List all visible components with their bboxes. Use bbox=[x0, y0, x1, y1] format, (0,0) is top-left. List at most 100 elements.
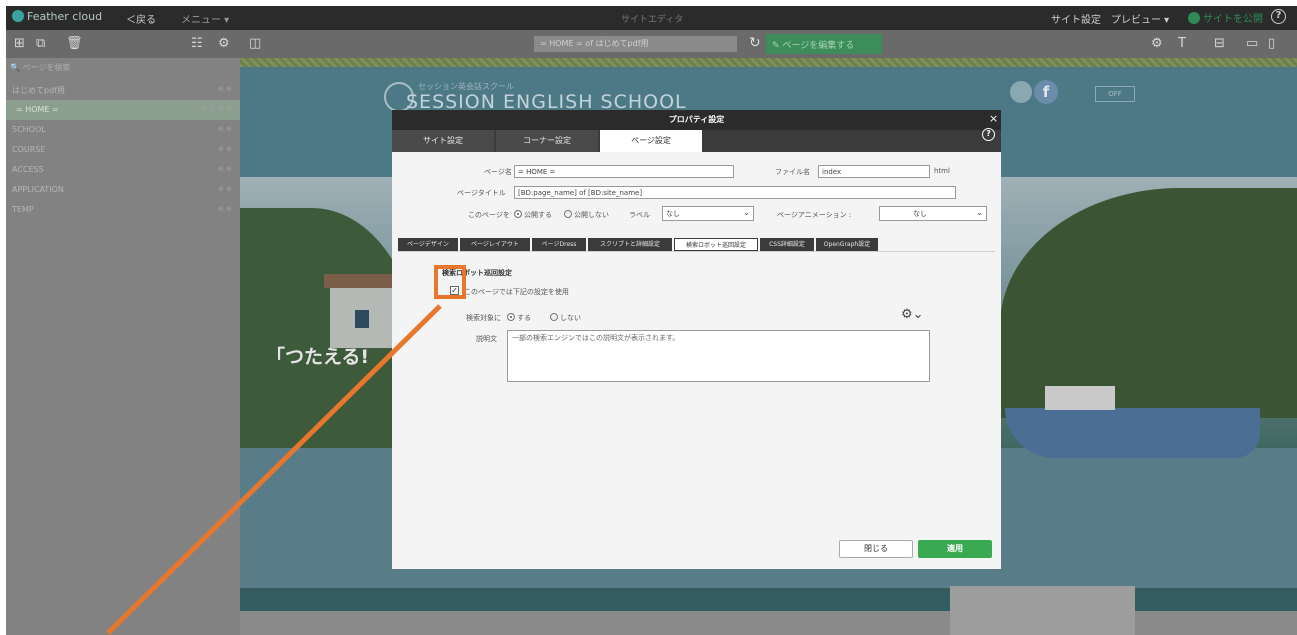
panel-toggle-icon[interactable]: ◫ bbox=[249, 36, 261, 51]
animation-select[interactable]: なし ⌄ bbox=[879, 206, 987, 221]
page-url-field[interactable]: = HOME = of はじめてpdf用 bbox=[534, 36, 737, 52]
radio-unselected-icon bbox=[550, 313, 558, 321]
tab-corner-settings[interactable]: コーナー設定 bbox=[496, 130, 598, 152]
tree-item-actions[interactable]: ⊕ ⊕ bbox=[218, 145, 232, 153]
subtab-script-details[interactable]: スクリプトと詳細設定 bbox=[588, 238, 672, 251]
toggle-off-badge[interactable]: OFF bbox=[1095, 86, 1135, 102]
apply-button[interactable]: 適用 bbox=[918, 540, 992, 558]
tree-item-temp[interactable]: TEMP ⊕ ⊕ bbox=[6, 200, 240, 220]
hero-catchcopy: 「つたえる! bbox=[266, 346, 370, 368]
subtab-search-robot[interactable]: 検索ロボット巡回設定 bbox=[674, 238, 758, 251]
page-tree-panel: 🔍 ページを検索 はじめてpdf用 ⊕ ⊕ = HOME = ⊖ ⊙ ⊕ ⊕ SCH… bbox=[6, 58, 240, 635]
facebook-icon[interactable]: f bbox=[1034, 80, 1058, 104]
preview-footer-card bbox=[950, 586, 1135, 635]
close-button[interactable]: 閉じる bbox=[839, 540, 913, 558]
page-title-input[interactable]: [BD:page_name] of [BD:site_name] bbox=[514, 186, 956, 199]
publish-icon bbox=[1188, 12, 1200, 24]
tree-item-actions[interactable]: ⊕ ⊕ bbox=[218, 85, 232, 93]
animation-label: ページアニメーション : bbox=[777, 211, 852, 219]
editor-title: サイトエディタ bbox=[621, 15, 684, 25]
tree-item-application[interactable]: APPLICATION ⊕ ⊕ bbox=[6, 180, 240, 200]
subtab-opengraph[interactable]: OpenGraph設定 bbox=[816, 238, 878, 251]
tree-item-access[interactable]: ACCESS ⊕ ⊕ bbox=[6, 160, 240, 180]
radio-unselected-icon bbox=[564, 210, 572, 218]
animation-select-value: なし bbox=[913, 210, 927, 218]
search-target-on-label: する bbox=[517, 314, 531, 322]
tree-item-school[interactable]: SCHOOL ⊕ ⊕ bbox=[6, 120, 240, 140]
tree-item-actions[interactable]: ⊕ ⊕ bbox=[218, 125, 232, 133]
page-name-label: ページ名 bbox=[484, 168, 512, 176]
trash-icon[interactable]: 🗑 bbox=[66, 36, 83, 51]
edit-page-button[interactable]: ✎ ページを編集する bbox=[766, 34, 882, 54]
radio-selected-icon bbox=[507, 313, 515, 321]
feather-icon bbox=[12, 10, 24, 22]
tree-item-actions[interactable]: ⊕ ⊕ bbox=[218, 165, 232, 173]
label-select-value: なし bbox=[666, 210, 680, 218]
file-extension: html bbox=[934, 167, 950, 175]
help-icon[interactable]: ? bbox=[1271, 9, 1286, 24]
app-logo-text: Feather cloud bbox=[27, 10, 103, 23]
desktop-view-icon[interactable]: ▭ bbox=[1246, 36, 1258, 51]
search-target-off-radio[interactable]: しない bbox=[550, 313, 581, 323]
preview-button[interactable]: プレビュー ▾ bbox=[1111, 11, 1169, 26]
label-select[interactable]: なし ⌄ bbox=[662, 206, 754, 221]
tree-item-label: ACCESS bbox=[12, 165, 44, 174]
tree-item-actions[interactable]: ⊕ ⊕ bbox=[218, 205, 232, 213]
dialog-tab-bar: サイト設定 コーナー設定 ページ設定 bbox=[392, 130, 1001, 154]
copy-page-icon[interactable]: ⧉ bbox=[36, 36, 45, 51]
subtab-page-design[interactable]: ページデザイン bbox=[398, 238, 458, 251]
tree-item-actions[interactable]: ⊕ ⊕ bbox=[218, 185, 232, 193]
page-name-input[interactable]: = HOME = bbox=[514, 165, 734, 178]
search-target-label: 検索対象に bbox=[466, 314, 501, 322]
tree-item-course[interactable]: COURSE ⊕ ⊕ bbox=[6, 140, 240, 160]
dialog-help-icon[interactable]: ? bbox=[982, 128, 995, 141]
label-label: ラベル bbox=[629, 211, 650, 219]
tree-item-label: = HOME = bbox=[16, 105, 59, 114]
description-textarea[interactable]: 一部の検索エンジンではこの説明文が表示されます。 bbox=[507, 330, 930, 382]
reload-icon[interactable]: ↻ bbox=[749, 35, 761, 51]
dialog-title: プロパティ設定 bbox=[392, 110, 1001, 130]
hero-boat bbox=[1005, 386, 1260, 458]
app-logo[interactable]: Feather cloud bbox=[12, 10, 102, 23]
tree-item-actions[interactable]: ⊖ ⊙ ⊕ ⊕ bbox=[202, 105, 232, 113]
gear-dropdown-icon[interactable]: ⚙⌄ bbox=[901, 307, 924, 322]
tree-item-home[interactable]: = HOME = ⊖ ⊙ ⊕ ⊕ bbox=[6, 100, 240, 120]
search-target-off-label: しない bbox=[560, 314, 581, 322]
chevron-down-icon: ⌄ bbox=[743, 208, 750, 217]
search-target-on-radio[interactable]: する bbox=[507, 313, 531, 323]
subtab-page-dress[interactable]: ページDress bbox=[532, 238, 586, 251]
twitter-icon[interactable] bbox=[1010, 81, 1032, 103]
publish-off-radio[interactable]: 公開しない bbox=[564, 210, 609, 220]
dialog-body: ページ名 = HOME = ファイル名 index html ページタイトル [… bbox=[392, 152, 1001, 569]
publish-on-radio[interactable]: 公開する bbox=[514, 210, 552, 220]
publish-on-label: 公開する bbox=[524, 211, 552, 219]
settings-gear-icon[interactable]: ⚙ bbox=[218, 36, 230, 51]
boat-cabin bbox=[1045, 386, 1115, 410]
mobile-view-icon[interactable]: ▯ bbox=[1268, 36, 1275, 51]
tree-item-label: TEMP bbox=[12, 205, 34, 214]
layout-icon[interactable]: ⊟ bbox=[1214, 36, 1225, 51]
tree-item-root[interactable]: はじめてpdf用 ⊕ ⊕ bbox=[6, 80, 240, 100]
add-page-icon[interactable]: ⊞ bbox=[14, 36, 25, 51]
sitemap-icon[interactable]: ☷ bbox=[191, 36, 203, 51]
editor-toolbar: ⊞ ⧉ 🗑 ☷ ⚙ ◫ = HOME = of はじめてpdf用 ↻ ✎ ページ… bbox=[6, 30, 1297, 58]
publish-site-button[interactable]: サイトを公開 bbox=[1188, 10, 1263, 25]
dialog-close-icon[interactable]: × bbox=[989, 112, 998, 125]
text-tool-icon[interactable]: T bbox=[1178, 36, 1186, 51]
tab-page-settings[interactable]: ページ設定 bbox=[600, 130, 702, 154]
back-button[interactable]: ＜戻る bbox=[126, 11, 156, 26]
edit-page-label: ページを編集する bbox=[782, 41, 855, 51]
menu-button[interactable]: メニュー ▾ bbox=[181, 11, 229, 26]
site-settings-button[interactable]: サイト設定 bbox=[1051, 11, 1101, 26]
chevron-down-icon: ⌄ bbox=[976, 208, 983, 217]
file-name-input[interactable]: index bbox=[818, 165, 930, 178]
tab-site-settings[interactable]: サイト設定 bbox=[392, 130, 494, 152]
page-title-label: ページタイトル bbox=[457, 189, 506, 197]
hero-house bbox=[324, 274, 406, 348]
subtab-css-details[interactable]: CSS詳細設定 bbox=[760, 238, 814, 251]
tree-item-label: はじめてpdf用 bbox=[12, 86, 65, 95]
house-window bbox=[355, 310, 369, 328]
page-search-input[interactable]: 🔍 ページを検索 bbox=[8, 62, 238, 76]
subtab-page-layout[interactable]: ページレイアウト bbox=[460, 238, 530, 251]
gear-menu-icon[interactable]: ⚙ bbox=[1151, 36, 1163, 51]
